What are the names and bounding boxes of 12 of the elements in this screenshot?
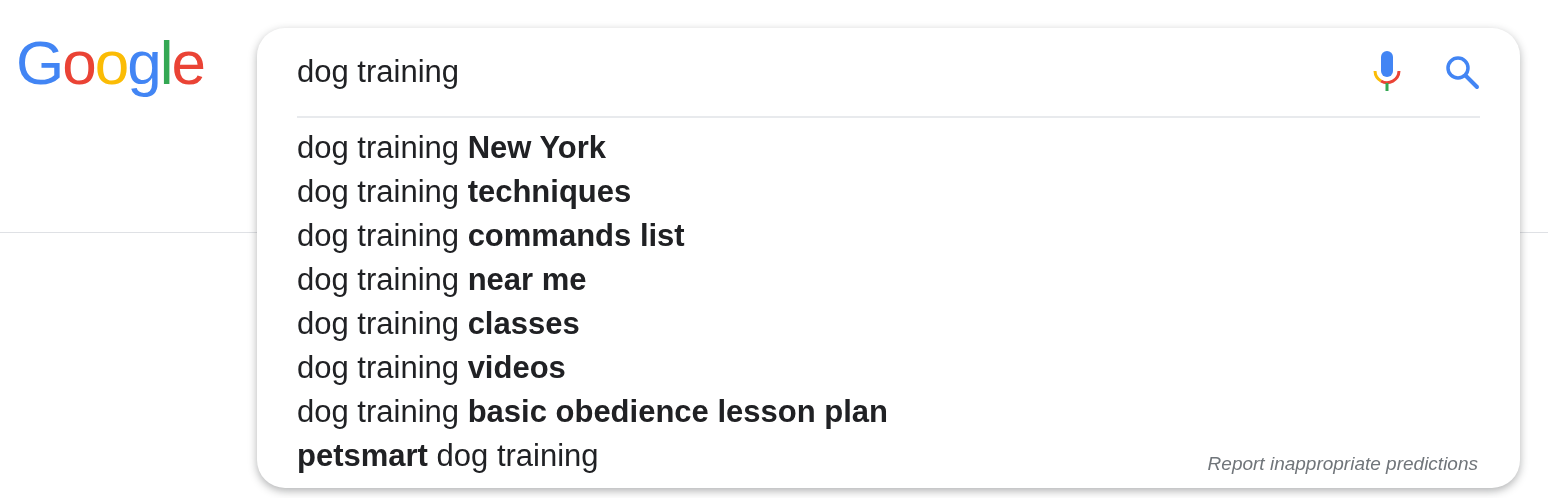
microphone-icon[interactable] xyxy=(1372,51,1402,93)
suggestion-item[interactable]: petsmart dog training xyxy=(297,434,599,478)
suggestion-item[interactable]: dog training near me xyxy=(297,258,587,302)
suggestion-item[interactable]: dog training techniques xyxy=(297,170,632,214)
search-field[interactable]: dog training xyxy=(297,48,1372,96)
suggestion-item[interactable]: dog training New York xyxy=(297,126,607,170)
report-link[interactable]: Report inappropriate predictions xyxy=(1207,452,1478,474)
suggestion-item[interactable]: dog training basic obedience lesson plan xyxy=(297,390,888,434)
search-icon[interactable] xyxy=(1444,54,1480,90)
suggestion-item[interactable]: dog training classes xyxy=(297,302,580,346)
suggestion-item[interactable]: dog training videos xyxy=(297,346,566,390)
suggestion-item[interactable]: dog training commands list xyxy=(297,214,685,258)
